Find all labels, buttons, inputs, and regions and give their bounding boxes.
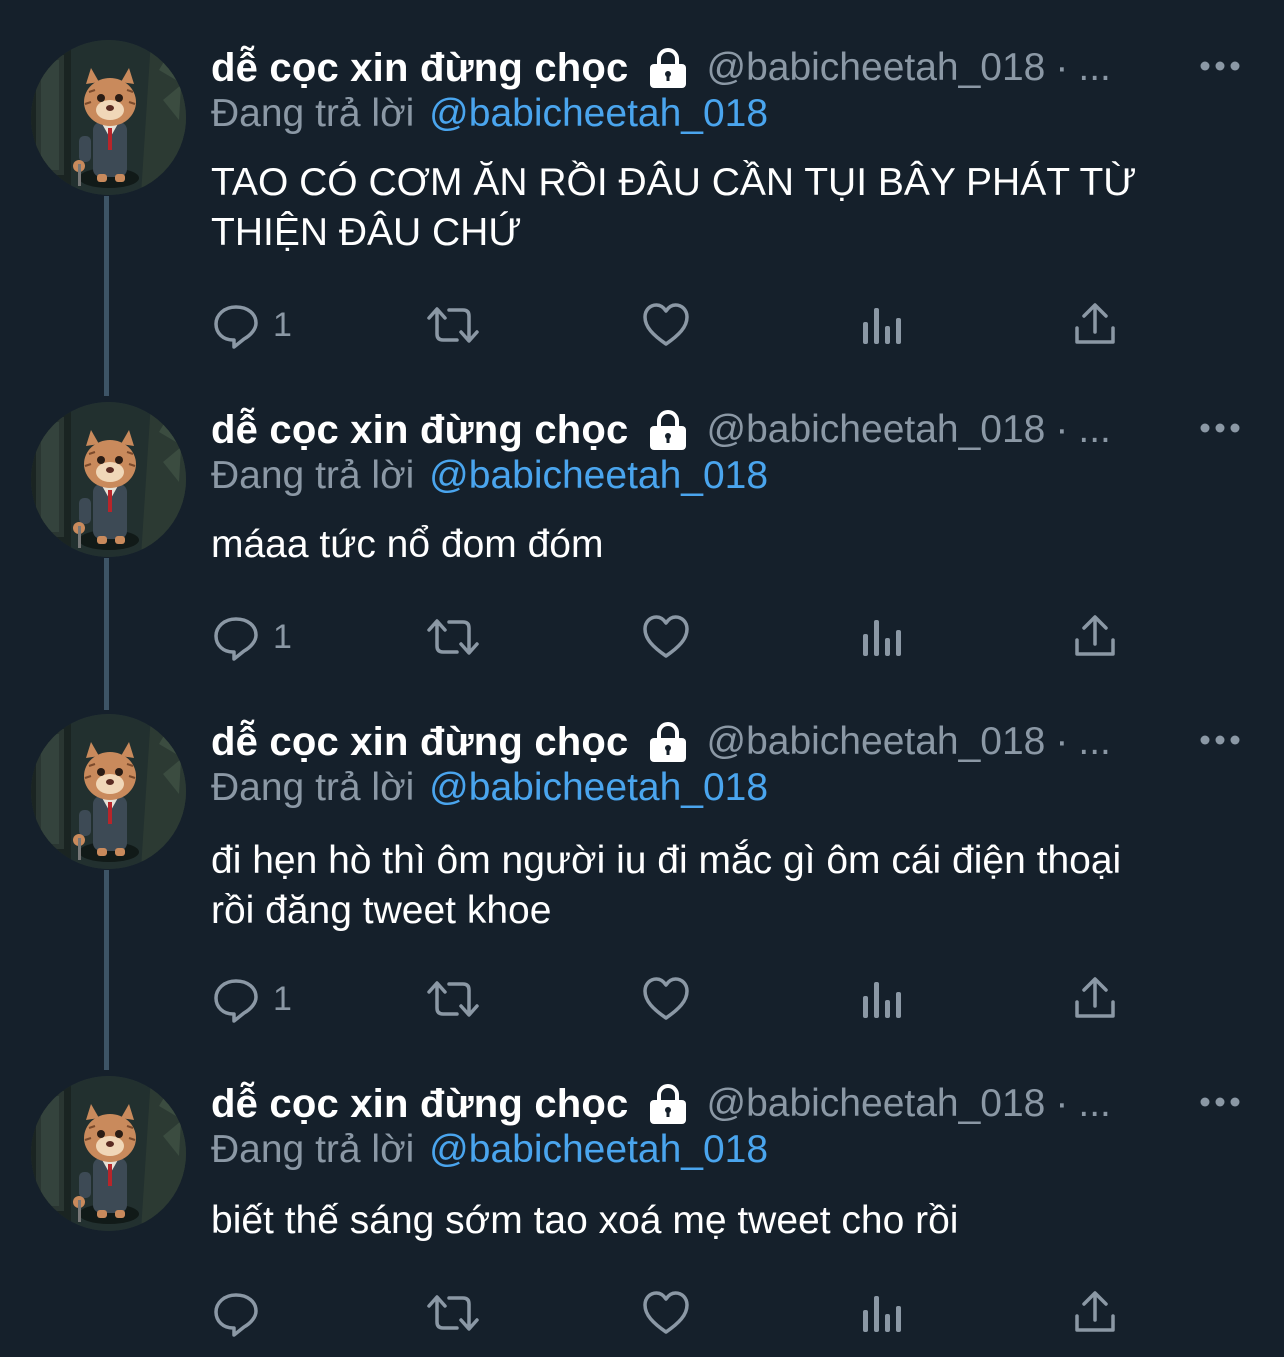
tweet-text-line: THIỆN ĐÂU CHỨ [211, 211, 522, 254]
truncation-ellipsis: ... [1078, 408, 1111, 451]
avatar[interactable] [31, 40, 186, 195]
share-button[interactable] [1073, 974, 1117, 1024]
analytics-button[interactable] [859, 300, 903, 350]
reply-button[interactable]: 1 [211, 974, 292, 1024]
user-handle[interactable]: @babicheetah_018 [706, 1082, 1045, 1126]
mention-link[interactable]: @babicheetah_018 [429, 1128, 768, 1171]
display-name[interactable]: dễ cọc xin đừng chọc [211, 720, 628, 765]
analytics-button[interactable] [859, 974, 903, 1024]
truncation-ellipsis: ... [1078, 720, 1111, 763]
share-button[interactable] [1073, 300, 1117, 350]
display-name[interactable]: dễ cọc xin đừng chọc [211, 408, 628, 453]
replying-to: Đang trả lời @babicheetah_018 [211, 1128, 768, 1172]
more-icon[interactable] [1198, 728, 1242, 752]
tweet-text-line: máaa tức nổ đom đóm [211, 523, 604, 566]
lock-icon [646, 408, 690, 452]
mention-link[interactable]: @babicheetah_018 [429, 454, 768, 497]
reply-count: 1 [273, 979, 292, 1018]
reply-button[interactable] [211, 1288, 273, 1338]
reply-count: 1 [273, 305, 292, 344]
more-icon[interactable] [1198, 1090, 1242, 1114]
retweet-button[interactable] [425, 1288, 481, 1338]
user-handle[interactable]: @babicheetah_018 [706, 720, 1045, 764]
tweet-actions: 1 [211, 300, 1131, 350]
tweet-text: TAO CÓ CƠM ĂN RỒI ĐÂU CẦN TỤI BÂY PHÁT T… [211, 158, 1261, 258]
more-icon[interactable] [1198, 54, 1242, 78]
mention-link[interactable]: @babicheetah_018 [429, 92, 768, 135]
share-button[interactable] [1073, 1288, 1117, 1338]
like-button[interactable] [641, 1288, 691, 1338]
tweet-text: máaa tức nổ đom đóm [211, 520, 1261, 570]
tweet-text-line: đi hẹn hò thì ôm người iu đi mắc gì ôm c… [211, 839, 1122, 882]
retweet-button[interactable] [425, 300, 481, 350]
display-name[interactable]: dễ cọc xin đừng chọc [211, 1082, 628, 1127]
thread-line [104, 870, 109, 1070]
share-button[interactable] [1073, 612, 1117, 662]
replying-to-label: Đang trả lời [211, 766, 415, 809]
retweet-button[interactable] [425, 974, 481, 1024]
retweet-button[interactable] [425, 612, 481, 662]
tweet-text: biết thế sáng sớm tao xoá mẹ tweet cho r… [211, 1196, 1261, 1246]
reply-button[interactable]: 1 [211, 612, 292, 662]
tweet-text-line: TAO CÓ CƠM ĂN RỒI ĐÂU CẦN TỤI BÂY PHÁT T… [211, 161, 1137, 204]
tweet-actions: 1 [211, 612, 1131, 662]
separator-dot: · [1055, 1082, 1069, 1125]
separator-dot: · [1055, 720, 1069, 763]
user-handle[interactable]: @babicheetah_018 [706, 46, 1045, 90]
replying-to-label: Đang trả lời [211, 1128, 415, 1171]
more-icon[interactable] [1198, 416, 1242, 440]
replying-to: Đang trả lời @babicheetah_018 [211, 766, 768, 810]
tweet-header: dễ cọc xin đừng chọc @babicheetah_018 · … [211, 40, 1111, 96]
tweet-text: đi hẹn hò thì ôm người iu đi mắc gì ôm c… [211, 836, 1261, 936]
tweet-actions [211, 1288, 1131, 1338]
avatar[interactable] [31, 1076, 186, 1231]
tweet-text-line: biết thế sáng sớm tao xoá mẹ tweet cho r… [211, 1199, 959, 1242]
lock-icon [646, 1082, 690, 1126]
tweet-header: dễ cọc xin đừng chọc @babicheetah_018 · … [211, 714, 1111, 770]
truncation-ellipsis: ... [1078, 46, 1111, 89]
avatar[interactable] [31, 402, 186, 557]
tweet-header: dễ cọc xin đừng chọc @babicheetah_018 · … [211, 402, 1111, 458]
mention-link[interactable]: @babicheetah_018 [429, 766, 768, 809]
tweet-header: dễ cọc xin đừng chọc @babicheetah_018 · … [211, 1076, 1111, 1132]
reply-count: 1 [273, 617, 292, 656]
analytics-button[interactable] [859, 612, 903, 662]
thread-line [104, 196, 109, 396]
thread-line [104, 558, 109, 710]
separator-dot: · [1055, 408, 1069, 451]
avatar[interactable] [31, 714, 186, 869]
lock-icon [646, 720, 690, 764]
like-button[interactable] [641, 612, 691, 662]
separator-dot: · [1055, 46, 1069, 89]
like-button[interactable] [641, 300, 691, 350]
reply-button[interactable]: 1 [211, 300, 292, 350]
tweet-actions: 1 [211, 974, 1131, 1024]
replying-to: Đang trả lời @babicheetah_018 [211, 454, 768, 498]
analytics-button[interactable] [859, 1288, 903, 1338]
user-handle[interactable]: @babicheetah_018 [706, 408, 1045, 452]
replying-to-label: Đang trả lời [211, 454, 415, 497]
display-name[interactable]: dễ cọc xin đừng chọc [211, 46, 628, 91]
lock-icon [646, 46, 690, 90]
replying-to-label: Đang trả lời [211, 92, 415, 135]
like-button[interactable] [641, 974, 691, 1024]
replying-to: Đang trả lời @babicheetah_018 [211, 92, 768, 136]
tweet-text-line: rồi đăng tweet khoe [211, 889, 552, 932]
truncation-ellipsis: ... [1078, 1082, 1111, 1125]
